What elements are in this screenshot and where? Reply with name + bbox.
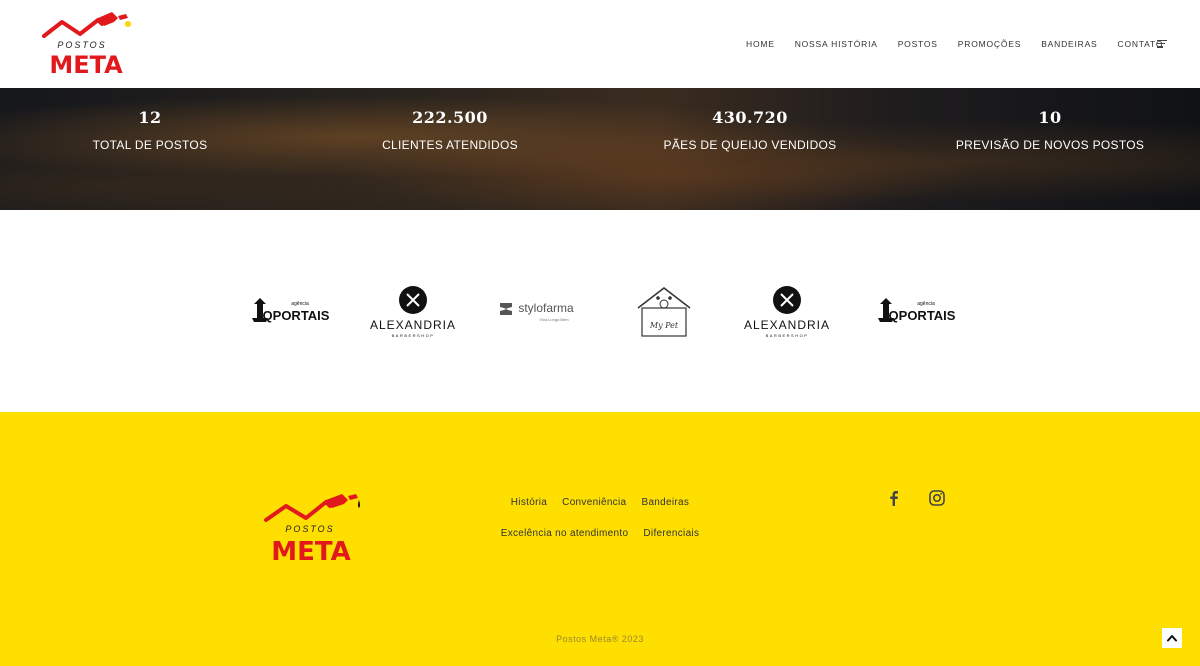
svg-text:ALEXANDRIA: ALEXANDRIA: [744, 318, 830, 332]
chevron-up-icon: [1167, 635, 1177, 642]
stat-label: CLIENTES ATENDIDOS: [382, 138, 518, 152]
footer-links: História Conveniência Bandeiras Excelênc…: [490, 490, 710, 552]
site-logo[interactable]: POSTOS META: [40, 12, 132, 79]
svg-text:ALEXANDRIA: ALEXANDRIA: [370, 318, 456, 332]
site-header: POSTOS META HOME NOSSA HISTÓRIA POSTOS P…: [0, 0, 1200, 88]
nav-nossa-historia[interactable]: NOSSA HISTÓRIA: [795, 38, 878, 50]
svg-text:Viva Longa Bem: Viva Longa Bem: [539, 317, 569, 322]
stat-label: PREVISÃO DE NOVOS POSTOS: [955, 138, 1145, 152]
stat-clientes: 222.500 CLIENTES ATENDIDOS: [300, 108, 600, 152]
site-footer: POSTOS META História Conveniência Bandei…: [0, 412, 1200, 666]
nav-bandeiras[interactable]: BANDEIRAS: [1041, 38, 1097, 50]
footer-link-bandeiras[interactable]: Bandeiras: [641, 497, 689, 508]
stat-label: TOTAL DE POSTOS: [92, 138, 208, 152]
partners-section: agência QPORTAIS ALEXANDRIA BARBERSHOP s…: [0, 210, 1200, 412]
svg-text:QPORTAIS: QPORTAIS: [263, 308, 330, 323]
hamburger-icon[interactable]: [1157, 40, 1167, 49]
svg-text:BARBERSHOP: BARBERSHOP: [766, 333, 809, 338]
partner-logo-alexandria-2[interactable]: ALEXANDRIA BARBERSHOP: [744, 284, 830, 340]
svg-text:agência: agência: [291, 301, 309, 307]
partner-logo-stylofarma[interactable]: stylofarma Viva Longa Bem: [496, 284, 582, 340]
footer-logo[interactable]: POSTOS META: [262, 488, 362, 567]
stats-section: 12 TOTAL DE POSTOS 222.500 CLIENTES ATEN…: [0, 88, 1200, 210]
instagram-icon[interactable]: [929, 490, 945, 510]
stat-value: 222.500: [412, 108, 488, 127]
partner-logo-qportais-2[interactable]: agência QPORTAIS: [872, 284, 956, 340]
svg-text:META: META: [271, 537, 350, 562]
svg-text:POSTOS: POSTOS: [285, 524, 334, 534]
nav-home[interactable]: HOME: [746, 38, 775, 50]
partner-logo-qportais[interactable]: agência QPORTAIS: [246, 284, 330, 340]
partner-logo-mypet[interactable]: My Pet: [628, 284, 700, 340]
footer-link-diferenciais[interactable]: Diferenciais: [643, 528, 699, 539]
svg-text:BARBERSHOP: BARBERSHOP: [392, 333, 435, 338]
svg-text:QPORTAIS: QPORTAIS: [889, 308, 956, 323]
facebook-icon[interactable]: [888, 490, 900, 510]
footer-link-excelencia[interactable]: Excelência no atendimento: [501, 528, 629, 539]
svg-text:My Pet: My Pet: [649, 321, 679, 330]
footer-link-conveniencia[interactable]: Conveniência: [562, 497, 626, 508]
stat-label: PÃES DE QUEIJO VENDIDOS: [663, 138, 837, 152]
stat-novos-postos: 10 PREVISÃO DE NOVOS POSTOS: [900, 108, 1200, 152]
copyright-text: Postos Meta® 2023: [556, 634, 644, 644]
nav-postos[interactable]: POSTOS: [898, 38, 938, 50]
svg-text:POSTOS: POSTOS: [57, 40, 106, 50]
svg-text:META: META: [49, 51, 123, 76]
stat-value: 430.720: [712, 108, 788, 127]
stat-paes-queijo: 430.720 PÃES DE QUEIJO VENDIDOS: [600, 108, 900, 152]
partner-logo-alexandria[interactable]: ALEXANDRIA BARBERSHOP: [370, 284, 456, 340]
nav-promocoes[interactable]: PROMOÇÕES: [958, 38, 1021, 50]
footer-link-historia[interactable]: História: [511, 497, 547, 508]
scroll-to-top-button[interactable]: [1162, 628, 1182, 648]
stat-value: 10: [1038, 108, 1062, 127]
stat-value: 12: [138, 108, 162, 127]
svg-text:stylofarma: stylofarma: [518, 301, 574, 315]
stat-total-postos: 12 TOTAL DE POSTOS: [0, 108, 300, 152]
svg-text:agência: agência: [917, 301, 935, 307]
main-nav: HOME NOSSA HISTÓRIA POSTOS PROMOÇÕES BAN…: [746, 38, 1183, 50]
